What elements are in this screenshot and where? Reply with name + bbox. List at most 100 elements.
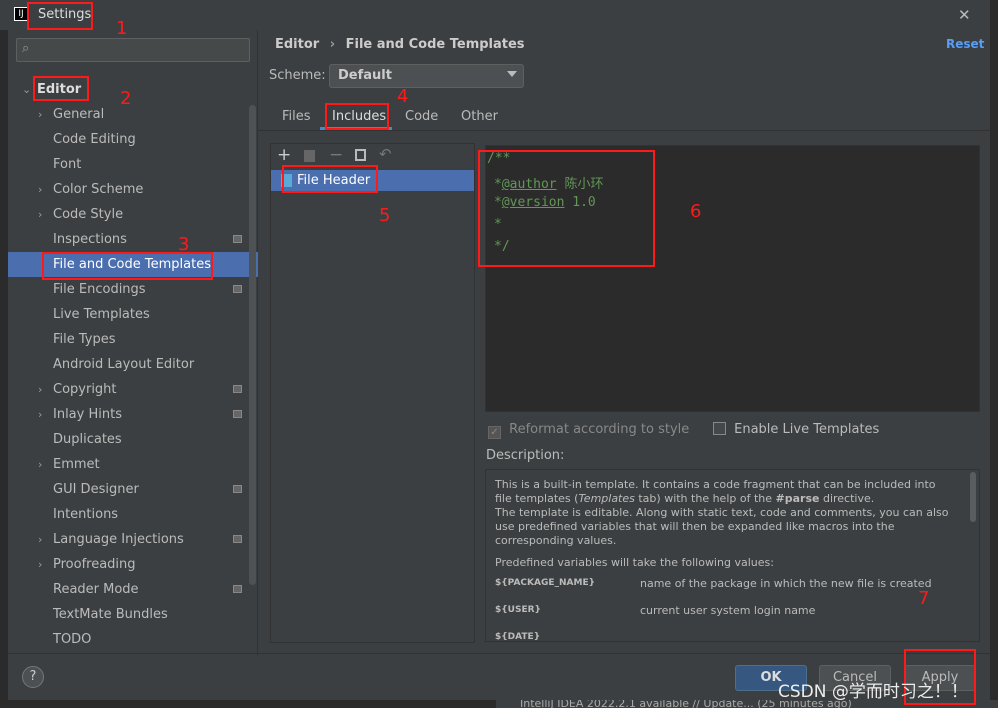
tab-files[interactable]: Files — [282, 109, 311, 124]
sidebar-item-label: TODO — [53, 632, 92, 647]
description-p1: This is a built-in template. It contains… — [495, 478, 936, 505]
project-config-icon — [233, 485, 242, 493]
sidebar-item-label: Copyright — [53, 382, 117, 397]
project-config-icon — [233, 585, 242, 593]
chevron-right-icon: › — [38, 408, 43, 421]
settings-sidebar: ⌕ ⌄ Editor › General Code Editing Font › Colo… — [8, 30, 258, 655]
sidebar-item-font[interactable]: Font — [8, 152, 258, 177]
annotation-number: 4 — [397, 86, 409, 107]
sidebar-item-label: File Encodings — [53, 282, 146, 297]
description-panel: This is a built-in template. It contains… — [485, 469, 980, 642]
chevron-right-icon: › — [38, 108, 43, 121]
breadcrumb-current: File and Code Templates — [345, 37, 525, 52]
description-scrollbar[interactable] — [970, 472, 976, 522]
sidebar-item-file-types[interactable]: File Types — [8, 327, 258, 352]
sidebar-item-file-encodings[interactable]: File Encodings — [8, 277, 258, 302]
sidebar-item-color-scheme[interactable]: › Color Scheme — [8, 177, 258, 202]
chevron-down-icon: ⌄ — [22, 83, 32, 96]
sidebar-item-copyright[interactable]: › Copyright — [8, 377, 258, 402]
chevron-down-icon — [507, 71, 517, 77]
sidebar-item-label: Code Editing — [53, 132, 136, 147]
chevron-right-icon: › — [38, 208, 43, 221]
breadcrumb: Editor › File and Code Templates — [275, 37, 525, 52]
annotation-number: 7 — [918, 588, 930, 609]
sidebar-item-label: Language Injections — [53, 532, 184, 547]
sidebar-item-proofreading[interactable]: › Proofreading — [8, 552, 258, 577]
live-templates-label: Enable Live Templates — [734, 422, 880, 437]
project-config-icon — [233, 285, 242, 293]
scheme-select[interactable]: Default — [329, 64, 524, 88]
title-bar: IJ Settings ✕ — [0, 0, 990, 30]
breadcrumb-parent[interactable]: Editor — [275, 37, 319, 52]
sidebar-item-emmet[interactable]: › Emmet — [8, 452, 258, 477]
annotation-box — [27, 2, 93, 30]
reset-link[interactable]: Reset — [946, 37, 984, 51]
sidebar-item-label: Live Templates — [53, 307, 150, 322]
search-input[interactable]: ⌕ — [16, 38, 250, 62]
chevron-right-icon: › — [38, 383, 43, 396]
sidebar-item-general[interactable]: › General — [8, 102, 258, 127]
app-icon: IJ — [14, 7, 28, 21]
sidebar-item-todo[interactable]: TODO — [8, 627, 258, 652]
annotation-box — [33, 76, 89, 101]
duplicate-icon[interactable] — [355, 149, 366, 161]
sidebar-item-label: Android Layout Editor — [53, 357, 195, 372]
project-config-icon — [233, 535, 242, 543]
help-button[interactable]: ? — [22, 666, 44, 688]
description-p2: The template is editable. Along with sta… — [495, 506, 949, 547]
reformat-label: Reformat according to style — [509, 422, 690, 437]
tab-code[interactable]: Code — [405, 109, 438, 124]
sidebar-item-live-templates[interactable]: Live Templates — [8, 302, 258, 327]
sidebar-item-label: File Types — [53, 332, 116, 347]
close-icon[interactable]: ✕ — [958, 6, 971, 24]
chevron-right-icon: › — [38, 558, 43, 571]
annotation-number: 1 — [116, 18, 128, 39]
scheme-value: Default — [338, 68, 392, 83]
annotation-number: 2 — [120, 88, 132, 109]
scheme-label: Scheme: — [269, 68, 326, 83]
checkbox-checked-icon: ✓ — [488, 426, 501, 439]
var-row: ${PACKAGE_NAME} name of the package in wh… — [495, 577, 932, 590]
sidebar-item-label: General — [53, 107, 105, 122]
sidebar-item-inlay-hints[interactable]: › Inlay Hints — [8, 402, 258, 427]
template-list-panel: + − ↶ File Header — [270, 143, 475, 643]
annotation-box — [325, 103, 389, 130]
project-config-icon — [233, 235, 242, 243]
annotation-number: 3 — [178, 234, 190, 255]
sidebar-item-inspections[interactable]: Inspections — [8, 227, 258, 252]
reset-icon[interactable]: ↶ — [379, 145, 392, 163]
project-config-icon — [233, 410, 242, 418]
tab-other[interactable]: Other — [461, 109, 498, 124]
annotation-box — [282, 165, 378, 193]
var-row: ${DATE} — [495, 632, 541, 642]
sidebar-item-intentions[interactable]: Intentions — [8, 502, 258, 527]
sidebar-item-textmate-bundles[interactable]: TextMate Bundles — [8, 602, 258, 627]
sidebar-item-label: Code Style — [53, 207, 124, 222]
sidebar-item-code-editing[interactable]: Code Editing — [8, 127, 258, 152]
add-icon[interactable]: + — [277, 145, 291, 165]
remove-icon[interactable]: − — [329, 145, 343, 165]
sidebar-item-label: Font — [53, 157, 82, 172]
checkbox-icon — [713, 422, 726, 435]
copy-child-icon[interactable] — [304, 150, 315, 162]
sidebar-scrollbar[interactable] — [249, 105, 256, 585]
sidebar-item-code-style[interactable]: › Code Style — [8, 202, 258, 227]
reformat-checkbox[interactable]: ✓ Reformat according to style — [488, 422, 689, 439]
sidebar-item-label: Color Scheme — [53, 182, 144, 197]
sidebar-item-label: Emmet — [53, 457, 100, 472]
annotation-number: 5 — [379, 205, 391, 226]
chevron-right-icon: › — [38, 183, 43, 196]
sidebar-item-gui-designer[interactable]: GUI Designer — [8, 477, 258, 502]
live-templates-checkbox[interactable]: Enable Live Templates — [713, 422, 879, 437]
chevron-right-icon: › — [38, 458, 43, 471]
annotation-number: 6 — [690, 201, 702, 222]
bottom-divider — [8, 653, 990, 654]
description-label: Description: — [486, 448, 565, 463]
sidebar-item-android-layout-editor[interactable]: Android Layout Editor — [8, 352, 258, 377]
project-config-icon — [233, 385, 242, 393]
sidebar-item-duplicates[interactable]: Duplicates — [8, 427, 258, 452]
sidebar-item-reader-mode[interactable]: Reader Mode — [8, 577, 258, 602]
sidebar-item-label: TextMate Bundles — [53, 607, 168, 622]
sidebar-item-language-injections[interactable]: › Language Injections — [8, 527, 258, 552]
sidebar-item-label: Inlay Hints — [53, 407, 122, 422]
